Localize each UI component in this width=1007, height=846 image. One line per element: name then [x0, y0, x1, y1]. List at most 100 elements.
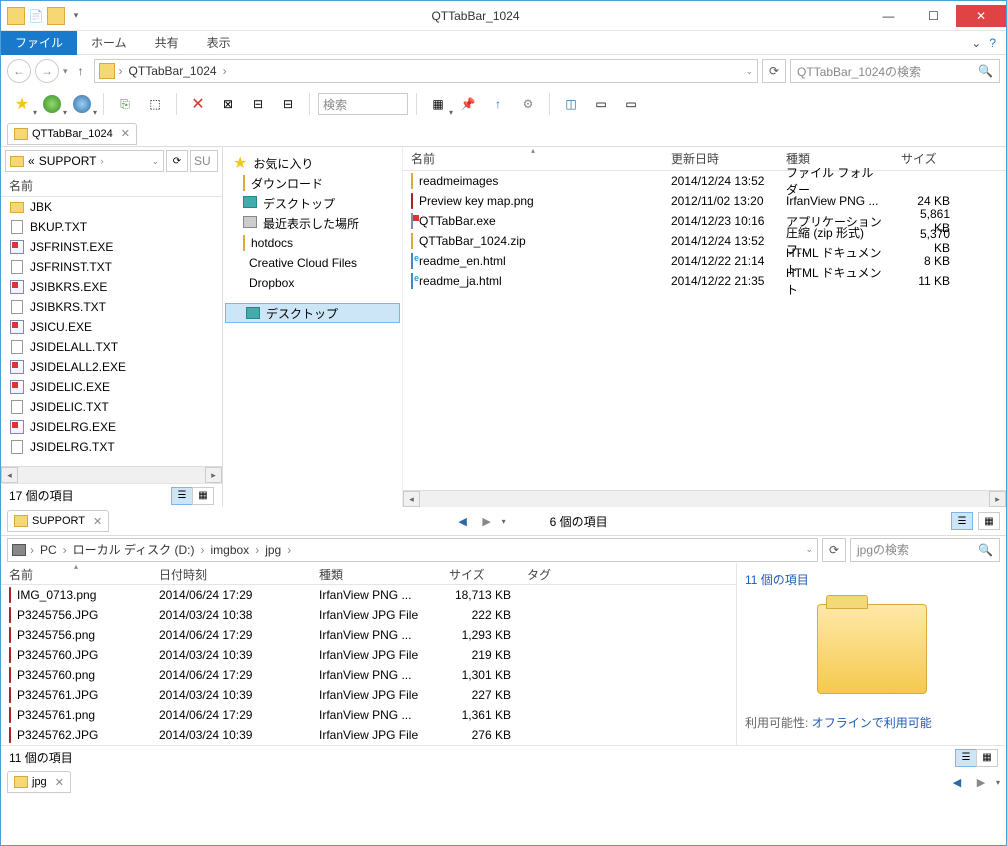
file-row[interactable]: P3245760.png 2014/06/24 17:29 IrfanView … — [1, 665, 736, 685]
crumb-drive[interactable]: ローカル ディスク (D:) — [71, 541, 197, 558]
bcol-name[interactable]: ▴名前 — [1, 563, 151, 584]
bottom-refresh-button[interactable]: ⟳ — [822, 538, 846, 562]
view-details-button[interactable]: ☰ — [951, 512, 973, 530]
file-item[interactable]: JSIBKRS.TXT — [1, 297, 222, 317]
breadcrumb-folder[interactable]: QTTabBar_1024 — [127, 64, 219, 78]
bot-back-button[interactable]: ◀ — [948, 773, 966, 791]
view-button[interactable]: ▦ — [425, 91, 451, 117]
left-refresh-button[interactable]: ⟳ — [166, 150, 188, 172]
file-item[interactable]: JBK — [1, 197, 222, 217]
file-item[interactable]: JSFRINST.EXE — [1, 237, 222, 257]
view-icons-button[interactable]: ▦ — [978, 512, 1000, 530]
close-left-button[interactable]: ⊟ — [245, 91, 271, 117]
crumb-pc[interactable]: PC — [38, 543, 59, 557]
scroll-right-icon[interactable]: ▸ — [989, 491, 1006, 507]
favorite-item[interactable]: Creative Cloud Files — [223, 253, 402, 273]
favorite-item[interactable]: ダウンロード — [223, 173, 402, 193]
col-name[interactable]: ▴名前 — [403, 147, 663, 170]
file-row[interactable]: readme_en.html 2014/12/22 21:14 HTML ドキュ… — [403, 251, 1006, 271]
file-row[interactable]: P3245761.JPG 2014/03/24 10:39 IrfanView … — [1, 685, 736, 705]
tab-close-icon[interactable]: ✕ — [93, 515, 102, 528]
crumb-imgbox[interactable]: imgbox — [209, 543, 252, 557]
address-box[interactable]: › QTTabBar_1024 › ⌄ — [94, 59, 758, 83]
left-address-box[interactable]: « SUPPORT › ⌄ — [5, 150, 164, 172]
file-item[interactable]: JSIDELIC.EXE — [1, 377, 222, 397]
file-item[interactable]: JSIDELIC.TXT — [1, 397, 222, 417]
maximize-button[interactable]: ☐ — [911, 5, 956, 27]
file-row[interactable]: P3245756.JPG 2014/03/24 10:38 IrfanView … — [1, 605, 736, 625]
favorites-header[interactable]: ★ お気に入り — [223, 153, 402, 173]
bcol-type[interactable]: 種類 — [311, 563, 441, 584]
file-item[interactable]: JSIDELRG.EXE — [1, 417, 222, 437]
file-row[interactable]: readme_ja.html 2014/12/22 21:35 HTML ドキュ… — [403, 271, 1006, 291]
file-item[interactable]: JSIDELALL.TXT — [1, 337, 222, 357]
breadcrumb-sep[interactable]: › — [223, 64, 227, 78]
col-type[interactable]: 種類 — [778, 147, 893, 170]
crumb-jpg[interactable]: jpg — [263, 543, 283, 557]
file-item[interactable]: BKUP.TXT — [1, 217, 222, 237]
file-row[interactable]: P3245756.png 2014/06/24 17:29 IrfanView … — [1, 625, 736, 645]
view-details-button[interactable]: ☰ — [955, 749, 977, 767]
qat-new-icon[interactable]: 📄 — [27, 7, 45, 25]
left-crumb[interactable]: SUPPORT — [39, 154, 97, 168]
delete-button[interactable]: ✕ — [185, 91, 211, 117]
ribbon-file-tab[interactable]: ファイル — [1, 31, 77, 55]
pin-button[interactable]: 📌 — [455, 91, 481, 117]
bot-forward-button[interactable]: ▶ — [972, 773, 990, 791]
lock-button[interactable]: ⬚ — [142, 91, 168, 117]
tab-qttabbar[interactable]: QTTabBar_1024 ✕ — [7, 123, 137, 145]
nav-back-button[interactable]: ← — [7, 59, 31, 83]
address-dropdown-icon[interactable]: ⌄ — [745, 66, 753, 77]
close-button[interactable]: ✕ — [956, 5, 1006, 27]
ribbon-tab-share[interactable]: 共有 — [141, 31, 193, 55]
scroll-right-icon[interactable]: ▸ — [205, 467, 222, 483]
scroll-left-icon[interactable]: ◂ — [403, 491, 420, 507]
tab-support[interactable]: SUPPORT ✕ — [7, 510, 109, 532]
file-row[interactable]: QTTabBar_1024.zip 2014/12/24 13:52 圧縮 (z… — [403, 231, 1006, 251]
refresh-button[interactable]: ⟳ — [762, 59, 786, 83]
file-row[interactable]: P3245760.JPG 2014/03/24 10:39 IrfanView … — [1, 645, 736, 665]
col-size[interactable]: サイズ — [893, 147, 958, 170]
file-item[interactable]: JSICU.EXE — [1, 317, 222, 337]
ribbon-help-icon[interactable]: ? — [989, 36, 996, 50]
search-box[interactable]: QTTabBar_1024の検索 🔍 — [790, 59, 1000, 83]
tab-close-icon[interactable]: ✕ — [121, 127, 130, 140]
left-column-name[interactable]: 名前 — [1, 175, 222, 197]
bcol-date[interactable]: 日付時刻 — [151, 563, 311, 584]
file-row[interactable]: P3245762.JPG 2014/03/24 10:39 IrfanView … — [1, 725, 736, 745]
file-item[interactable]: JSIDELRG.TXT — [1, 437, 222, 457]
file-row[interactable]: readmeimages 2014/12/24 13:52 ファイル フォルダー — [403, 171, 1006, 191]
nav-forward-button[interactable]: → — [35, 59, 59, 83]
bot-history-dropdown[interactable]: ▾ — [996, 778, 1000, 787]
toolbar-search-input[interactable]: 検索 — [318, 93, 408, 115]
bcol-tag[interactable]: タグ — [519, 563, 579, 584]
qat-properties-icon[interactable] — [47, 7, 65, 25]
favorite-item[interactable]: Dropbox — [223, 273, 402, 293]
file-item[interactable]: JSFRINST.TXT — [1, 257, 222, 277]
bcol-size[interactable]: サイズ — [441, 563, 519, 584]
ribbon-tab-home[interactable]: ホーム — [77, 31, 141, 55]
breadcrumb-sep[interactable]: › — [119, 64, 123, 78]
layout1-button[interactable]: ▭ — [588, 91, 614, 117]
favorite-item[interactable]: 最近表示した場所 — [223, 213, 402, 233]
split-button[interactable]: ◫ — [558, 91, 584, 117]
file-row[interactable]: P3245761.png 2014/06/24 17:29 IrfanView … — [1, 705, 736, 725]
nav-recent-dropdown[interactable]: ▾ — [63, 66, 68, 77]
col-date[interactable]: 更新日時 — [663, 147, 778, 170]
pane2-forward-button[interactable]: ▶ — [478, 512, 496, 530]
favorite-star-button[interactable]: ★ — [9, 91, 35, 117]
favorite-item[interactable]: デスクトップ — [223, 193, 402, 213]
clone-button[interactable]: ⎘ — [112, 91, 138, 117]
options-button[interactable]: ⚙ — [515, 91, 541, 117]
close-right-button[interactable]: ⊟ — [275, 91, 301, 117]
view-icons-button[interactable]: ▦ — [192, 487, 214, 505]
minimize-button[interactable]: — — [866, 5, 911, 27]
left-search-input[interactable]: SU — [190, 150, 218, 172]
scroll-left-icon[interactable]: ◂ — [1, 467, 18, 483]
layout2-button[interactable]: ▭ — [618, 91, 644, 117]
close-other-button[interactable]: ⊠ — [215, 91, 241, 117]
favorite-item[interactable]: hotdocs — [223, 233, 402, 253]
pane2-back-button[interactable]: ◀ — [454, 512, 472, 530]
ribbon-tab-view[interactable]: 表示 — [193, 31, 245, 55]
tree-desktop[interactable]: デスクトップ — [225, 303, 400, 323]
